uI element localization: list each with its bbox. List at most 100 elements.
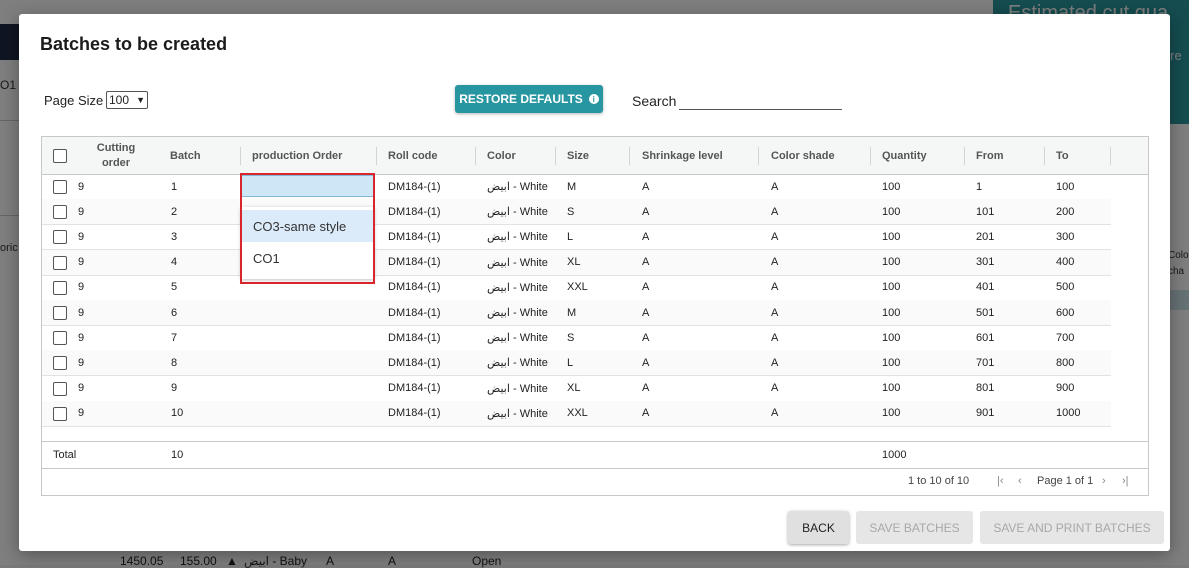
save-and-print-button[interactable]: SAVE AND PRINT BATCHES (980, 511, 1164, 544)
search-input[interactable] (679, 90, 842, 110)
column-separator[interactable] (475, 147, 476, 165)
dropdown-option[interactable]: CO1 (241, 242, 374, 274)
total-label: Total (53, 449, 77, 461)
cell-from: 301 (976, 256, 995, 269)
cell-batch: 5 (171, 281, 178, 294)
cell-cutting-order: 9 (78, 356, 85, 369)
column-separator[interactable] (758, 147, 759, 165)
batches-modal: Batches to be created Page Size 100 ▼ RE… (19, 14, 1170, 551)
cell-from: 1 (976, 180, 983, 193)
column-separator[interactable] (240, 147, 241, 165)
cell-batch: 1 (171, 180, 178, 193)
row-checkbox[interactable] (53, 255, 67, 270)
cell-color-shade: A (771, 205, 779, 218)
table-row[interactable]: 9 8 DM184-(1) ابيض - White L A A 100 701 800 (42, 350, 1111, 377)
column-header-production-order[interactable]: production Order (252, 137, 342, 174)
column-header-quantity[interactable]: Quantity (882, 137, 927, 174)
row-checkbox[interactable] (53, 306, 67, 320)
cell-roll-code: DM184-(1) (388, 356, 441, 369)
dropdown-option[interactable]: CO3-same style (241, 210, 374, 242)
column-header-batch[interactable]: Batch (170, 137, 201, 174)
page-size-label: Page Size (44, 93, 104, 108)
cell-quantity: 100 (882, 180, 901, 193)
column-separator[interactable] (870, 147, 871, 165)
total-quantity: 1000 (882, 449, 907, 461)
cell-batch: 9 (171, 382, 178, 395)
row-checkbox[interactable] (53, 406, 67, 421)
back-button[interactable]: BACK (788, 511, 849, 544)
column-separator[interactable] (376, 147, 377, 165)
row-checkbox[interactable] (53, 280, 67, 295)
column-header-color-shade[interactable]: Color shade (771, 137, 835, 174)
production-order-editor[interactable] (241, 175, 374, 197)
table-row[interactable]: 9 6 DM184-(1) ابيض - White M A A 100 501 600 (42, 300, 1111, 326)
column-separator[interactable] (964, 147, 965, 165)
cell-roll-code: DM184-(1) (388, 382, 441, 395)
cell-color-shade: A (771, 306, 779, 319)
column-separator[interactable] (1044, 147, 1045, 165)
search-label: Search (632, 93, 677, 109)
column-header-shrinkage-level[interactable]: Shrinkage level (642, 137, 723, 174)
last-page-icon[interactable]: ›| (1122, 475, 1129, 487)
cell-roll-code: DM184-(1) (388, 281, 441, 294)
cell-from: 801 (976, 382, 995, 395)
column-header-cutting-order[interactable]: Cutting order (84, 137, 148, 174)
table-row[interactable]: 9 2 DM184-(1) ابيض - White S A A 100 101 200 (42, 199, 1111, 226)
cell-size: XXL (567, 281, 588, 294)
row-checkbox[interactable] (53, 230, 67, 245)
table-row[interactable]: 9 3 DM184-(1) ابيض - White L A A 100 201 300 (42, 224, 1111, 251)
row-checkbox[interactable] (53, 180, 67, 194)
cell-shrinkage-level: A (642, 407, 650, 420)
column-header-roll-code[interactable]: Roll code (388, 137, 438, 174)
column-header-color[interactable]: Color (487, 137, 516, 174)
cell-to: 900 (1056, 382, 1075, 395)
cell-quantity: 100 (882, 306, 901, 319)
table-row[interactable]: 9 4 DM184-(1) ابيض - White XL A A 100 301 400 (42, 249, 1111, 276)
pagination-page: Page 1 of 1 (1037, 475, 1094, 487)
cell-color: ابيض - White (487, 332, 548, 345)
table-row[interactable]: 9 9 DM184-(1) ابيض - White XL A A 100 801 900 (42, 376, 1111, 402)
page-size-select[interactable]: 100 ▼ (106, 91, 148, 109)
cell-to: 600 (1056, 306, 1075, 319)
select-all-checkbox[interactable] (53, 149, 67, 163)
production-order-dropdown: CO3-same style CO1 (241, 207, 374, 279)
previous-page-icon[interactable]: ‹ (1018, 475, 1022, 487)
column-header-size[interactable]: Size (567, 137, 589, 174)
column-separator[interactable] (555, 147, 556, 165)
cell-roll-code: DM184-(1) (388, 407, 441, 420)
column-header-to[interactable]: To (1056, 137, 1069, 174)
cell-batch: 4 (171, 256, 178, 269)
cell-quantity: 100 (882, 281, 901, 294)
cell-color-shade: A (771, 331, 779, 344)
cell-shrinkage-level: A (642, 382, 650, 395)
save-batches-button[interactable]: SAVE BATCHES (856, 511, 973, 544)
row-checkbox[interactable] (53, 331, 67, 346)
cell-cutting-order: 9 (78, 306, 85, 319)
cell-size: M (567, 180, 577, 193)
first-page-icon[interactable]: |‹ (997, 475, 1004, 487)
cell-roll-code: DM184-(1) (388, 230, 441, 243)
row-checkbox[interactable] (53, 205, 67, 220)
cell-from: 701 (976, 356, 995, 369)
table-row[interactable]: 9 1 DM184-(1) ابيض - White M A A 100 1 100 (42, 174, 1111, 200)
next-page-icon[interactable]: › (1102, 475, 1106, 487)
cell-cutting-order: 9 (78, 180, 85, 193)
table-row[interactable]: 9 7 DM184-(1) ابيض - White S A A 100 601 700 (42, 325, 1111, 352)
cell-size: XL (567, 256, 581, 269)
cell-color: ابيض - White (487, 181, 548, 193)
column-separator[interactable] (629, 147, 630, 165)
table-row[interactable]: 9 10 DM184-(1) ابيض - White XXL A A 100 901 1000 (42, 400, 1111, 427)
cell-color: ابيض - White (487, 307, 548, 319)
cell-shrinkage-level: A (642, 356, 650, 369)
cell-cutting-order: 9 (78, 281, 85, 294)
table-row[interactable]: 9 5 DM184-(1) ابيض - White XXL A A 100 401 500 (42, 275, 1111, 301)
cell-roll-code: DM184-(1) (388, 331, 441, 344)
column-separator[interactable] (1110, 147, 1111, 165)
row-checkbox[interactable] (53, 381, 67, 396)
page-size-value: 100 (109, 93, 130, 107)
column-header-from[interactable]: From (976, 137, 1004, 174)
row-checkbox[interactable] (53, 356, 67, 371)
cell-batch: 10 (171, 407, 184, 420)
cell-shrinkage-level: A (642, 331, 650, 344)
restore-defaults-button[interactable]: RESTORE DEFAULTS i (455, 85, 603, 113)
